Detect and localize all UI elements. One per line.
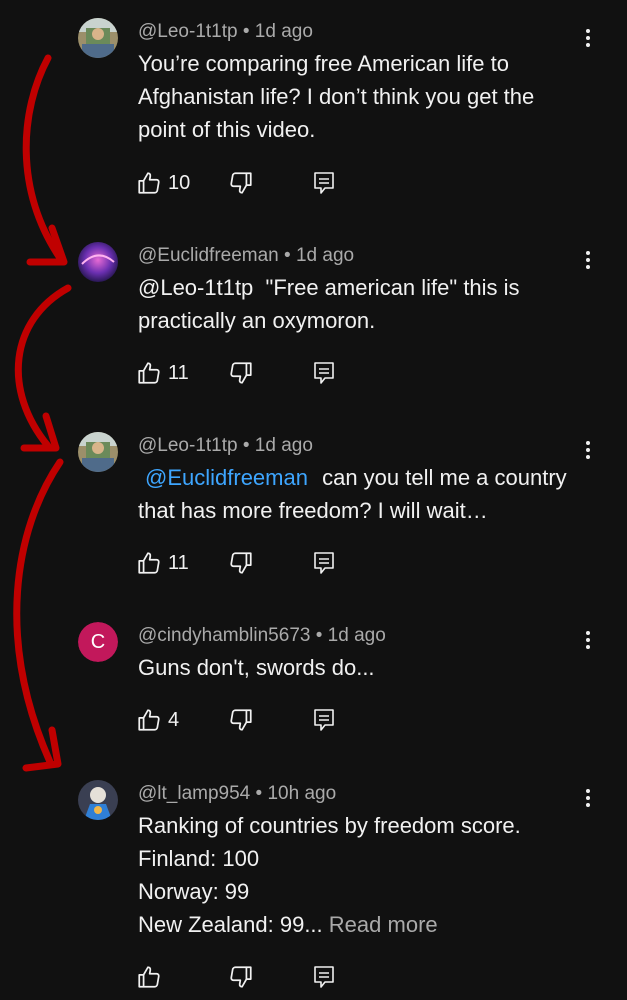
timestamp: 1d ago	[254, 21, 313, 42]
meta-separator: •	[242, 435, 250, 456]
avatar-image-leo	[78, 432, 118, 472]
reply-icon	[314, 552, 334, 574]
comment-text: Ranking of countries by freedom score. F…	[138, 809, 588, 941]
reply-button[interactable]	[312, 962, 336, 992]
avatar[interactable]: C	[78, 622, 118, 662]
comment-line: @Euclidfreeman can you tell me a country	[138, 461, 588, 494]
like-button[interactable]	[136, 962, 168, 992]
annotation-arrowhead-3	[22, 726, 62, 772]
comment-meta: @Leo-1t1tp • 1d ago	[138, 20, 313, 44]
thumb-up-icon	[138, 709, 160, 731]
thumb-up-icon	[138, 172, 160, 194]
reply-button[interactable]	[312, 548, 336, 578]
thumb-down-icon	[230, 362, 252, 384]
comment-line: New Zealand: 99... Read more	[138, 908, 588, 941]
annotation-arrow-1	[22, 54, 64, 262]
comment-line-rest: can you tell me a country	[322, 465, 567, 490]
author-name[interactable]: @Leo-1t1tp	[138, 435, 238, 456]
comment-text: @Leo-1t1tp "Free american life" this is …	[138, 271, 588, 337]
reply-icon	[314, 966, 334, 988]
avatar[interactable]	[78, 432, 118, 472]
comment-line: that has more freedom? I will wait…	[138, 498, 488, 523]
thumb-up-icon	[138, 552, 160, 574]
comment-text: Guns don't, swords do...	[138, 651, 588, 684]
reply-button[interactable]	[312, 358, 336, 388]
avatar[interactable]	[78, 780, 118, 820]
avatar-letter: C	[78, 622, 118, 662]
comment-actions: 4	[136, 705, 356, 735]
timestamp: 1d ago	[295, 245, 355, 266]
comment-meta: @lt_lamp954 • 10h ago	[138, 782, 336, 806]
dislike-button[interactable]	[228, 358, 254, 388]
comment-line: practically an oxymoron.	[138, 308, 376, 333]
meta-separator: •	[255, 783, 263, 804]
reply-icon	[314, 709, 334, 731]
comment-meta: @cindyhamblin5673 • 1d ago	[138, 624, 386, 648]
comment-meta: @Leo-1t1tp • 1d ago	[138, 434, 313, 458]
dislike-button[interactable]	[228, 962, 254, 992]
like-count: 11	[168, 551, 189, 574]
author-name[interactable]: @Leo-1t1tp	[138, 21, 238, 42]
comment-meta: @Euclidfreeman • 1d ago	[138, 244, 354, 268]
comment-line: Finland: 100	[138, 846, 260, 871]
avatar-image-euclid	[78, 242, 118, 282]
comment-line: @Leo-1t1tp "Free american life" this is	[138, 275, 520, 300]
dislike-button[interactable]	[228, 168, 254, 198]
reply-button[interactable]	[312, 168, 336, 198]
thumb-up-icon	[138, 362, 160, 384]
dislike-button[interactable]	[228, 705, 254, 735]
like-button[interactable]: 11	[136, 548, 189, 578]
comment-line: Norway: 99	[138, 879, 250, 904]
avatar-image-leo	[78, 18, 118, 58]
timestamp: 1d ago	[327, 625, 386, 646]
like-count: 4	[168, 708, 180, 731]
meta-separator: •	[242, 21, 250, 42]
thumb-down-icon	[230, 709, 252, 731]
annotation-arrowhead-2	[20, 412, 60, 452]
comment-actions: 11	[136, 358, 356, 388]
annotation-arrowhead-1	[26, 224, 68, 266]
annotation-arrow-3	[13, 458, 64, 766]
like-button[interactable]: 10	[136, 168, 190, 198]
comment-line: Guns don't, swords do...	[138, 655, 375, 680]
comment-actions	[136, 962, 356, 992]
thumb-down-icon	[230, 552, 252, 574]
comment-actions: 11	[136, 548, 356, 578]
meta-separator: •	[315, 625, 323, 646]
comment-text: @Euclidfreeman can you tell me a country…	[138, 461, 588, 527]
comment-line: Ranking of countries by freedom score.	[138, 813, 521, 838]
comment-actions: 10	[136, 168, 356, 198]
meta-separator: •	[284, 245, 291, 266]
thumb-down-icon	[230, 966, 252, 988]
reply-icon	[314, 172, 334, 194]
like-button[interactable]: 4	[136, 705, 179, 735]
author-name[interactable]: @lt_lamp954	[138, 783, 250, 804]
reply-icon	[314, 362, 334, 384]
avatar[interactable]	[78, 242, 118, 282]
comment-line: You’re comparing free American life to	[138, 51, 509, 76]
like-count: 10	[168, 171, 191, 194]
like-count: 11	[168, 361, 189, 384]
mention-link[interactable]: @Euclidfreeman	[145, 465, 308, 490]
comment-line: point of this video.	[138, 117, 316, 142]
comment-text: You’re comparing free American life to A…	[138, 47, 588, 146]
comment-line: Afghanistan life? I don’t think you get …	[138, 84, 535, 109]
author-name[interactable]: @cindyhamblin5673	[138, 625, 310, 646]
timestamp: 10h ago	[267, 783, 337, 804]
timestamp: 1d ago	[254, 435, 313, 456]
comment-line-text: New Zealand: 99...	[138, 912, 323, 937]
avatar-image-lamp	[78, 780, 118, 820]
like-button[interactable]: 11	[136, 358, 189, 388]
avatar[interactable]	[78, 18, 118, 58]
annotation-arrow-2	[14, 284, 72, 450]
thumb-up-icon	[138, 966, 160, 988]
read-more-link[interactable]: Read more	[329, 912, 438, 937]
thumb-down-icon	[230, 172, 252, 194]
dislike-button[interactable]	[228, 548, 254, 578]
author-name[interactable]: @Euclidfreeman	[138, 245, 279, 266]
reply-button[interactable]	[312, 705, 336, 735]
